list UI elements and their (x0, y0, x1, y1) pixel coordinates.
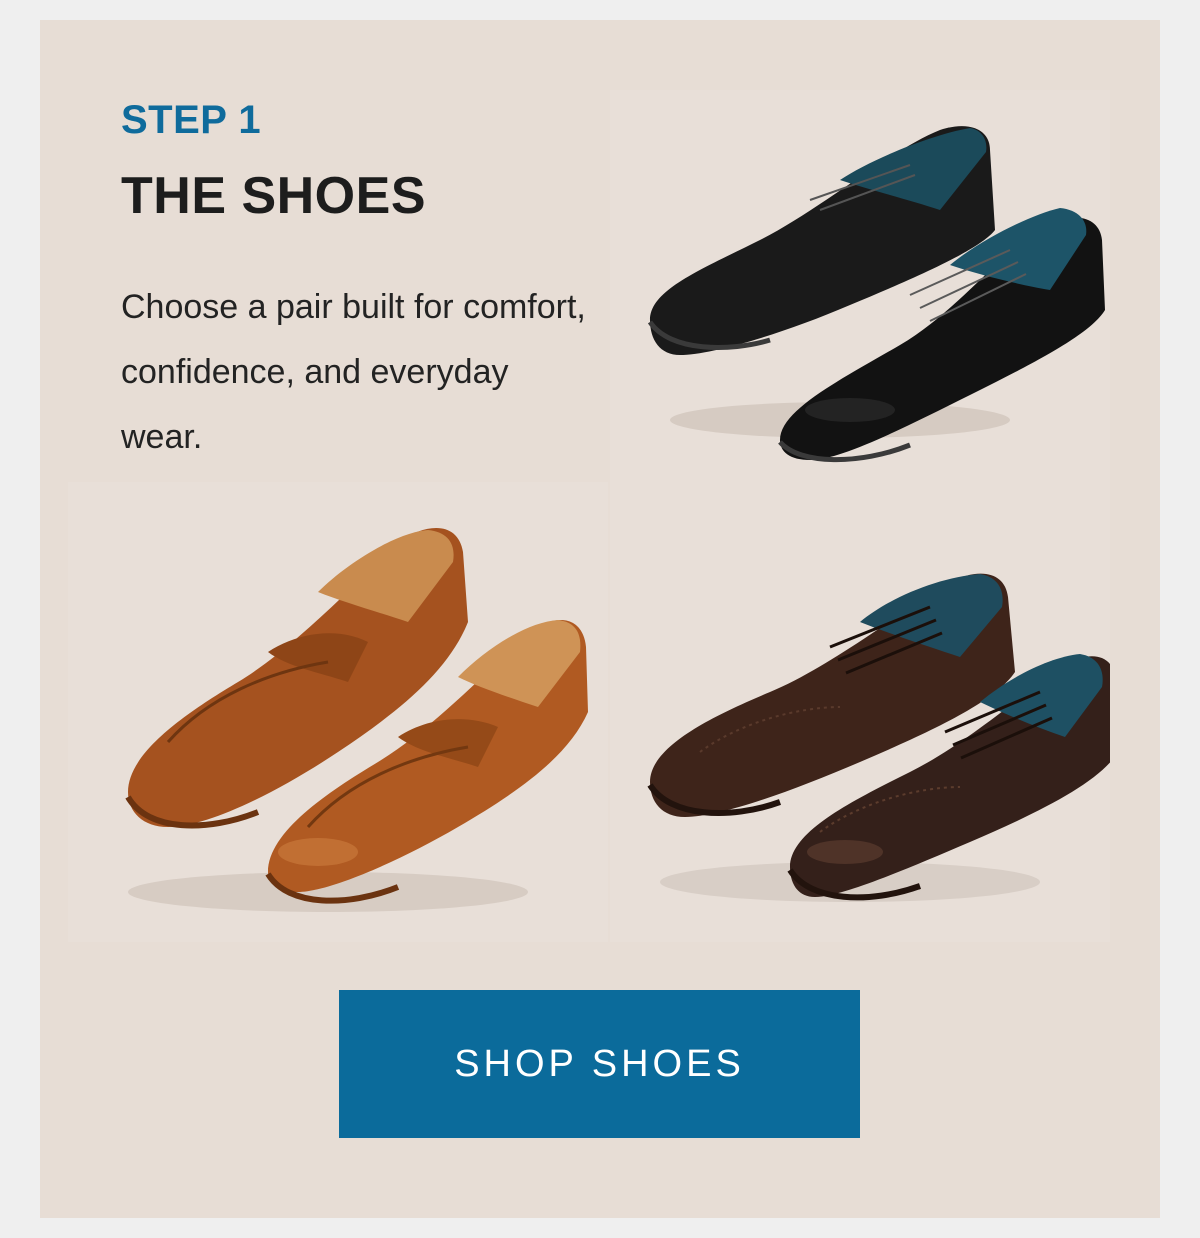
step-label: STEP 1 (121, 98, 262, 142)
shoes-section-card: STEP 1 THE SHOES Choose a pair built for… (40, 20, 1160, 1218)
shop-shoes-button[interactable]: SHOP SHOES (339, 990, 860, 1138)
section-title: THE SHOES (121, 167, 426, 225)
black-wingtip-shoes-image (610, 90, 1110, 490)
tan-loafer-shoes-image (68, 482, 608, 942)
section-description: Choose a pair built for comfort, confide… (121, 288, 586, 456)
brown-wingtip-shoes-image (610, 482, 1110, 942)
